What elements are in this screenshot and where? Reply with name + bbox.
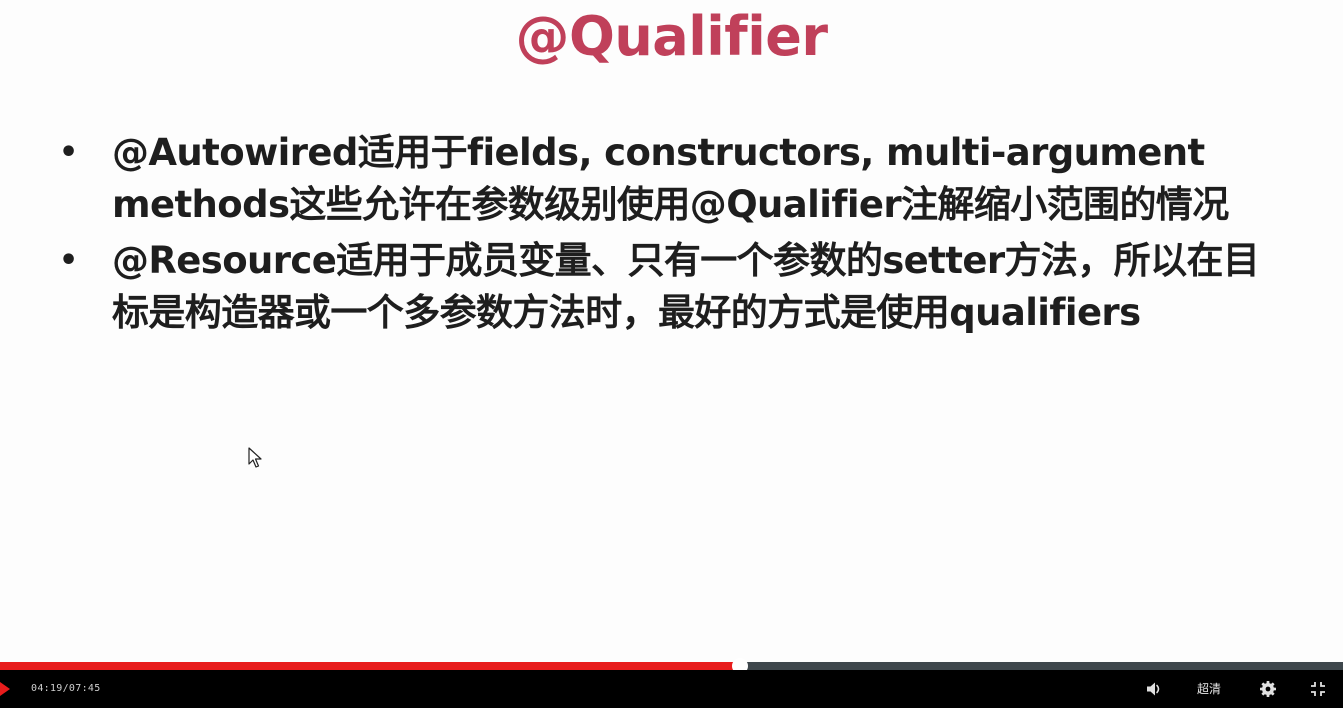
mouse-pointer-icon bbox=[248, 447, 262, 468]
slide-title: @Qualifier bbox=[515, 5, 828, 68]
play-icon[interactable] bbox=[0, 682, 10, 696]
bullet-dot-icon: • bbox=[59, 243, 78, 278]
volume-icon[interactable] bbox=[1145, 680, 1163, 698]
video-player: @Qualifier • @Autowired适用于fields, constr… bbox=[0, 0, 1343, 708]
exit-fullscreen-icon[interactable] bbox=[1309, 680, 1327, 698]
time-display: 04:19/07:45 bbox=[31, 683, 101, 694]
bullet-text: @Autowired适用于fields, constructors, multi… bbox=[112, 131, 1229, 226]
bullet-item: • @Resource适用于成员变量、只有一个参数的setter方法，所以在目标… bbox=[55, 235, 1285, 339]
progress-played bbox=[0, 662, 740, 670]
bullet-dot-icon: • bbox=[59, 135, 78, 170]
quality-selector[interactable]: 超清 bbox=[1197, 681, 1221, 697]
bullet-text: @Resource适用于成员变量、只有一个参数的setter方法，所以在目标是构… bbox=[112, 239, 1260, 334]
bullet-item: • @Autowired适用于fields, constructors, mul… bbox=[55, 127, 1285, 231]
control-bar: 04:19/07:45 超清 bbox=[0, 670, 1343, 708]
progress-bar[interactable] bbox=[0, 658, 1343, 674]
settings-gear-icon[interactable] bbox=[1259, 680, 1277, 698]
slide-frame[interactable]: @Qualifier • @Autowired适用于fields, constr… bbox=[0, 0, 1343, 662]
bullet-list: • @Autowired适用于fields, constructors, mul… bbox=[55, 127, 1285, 343]
